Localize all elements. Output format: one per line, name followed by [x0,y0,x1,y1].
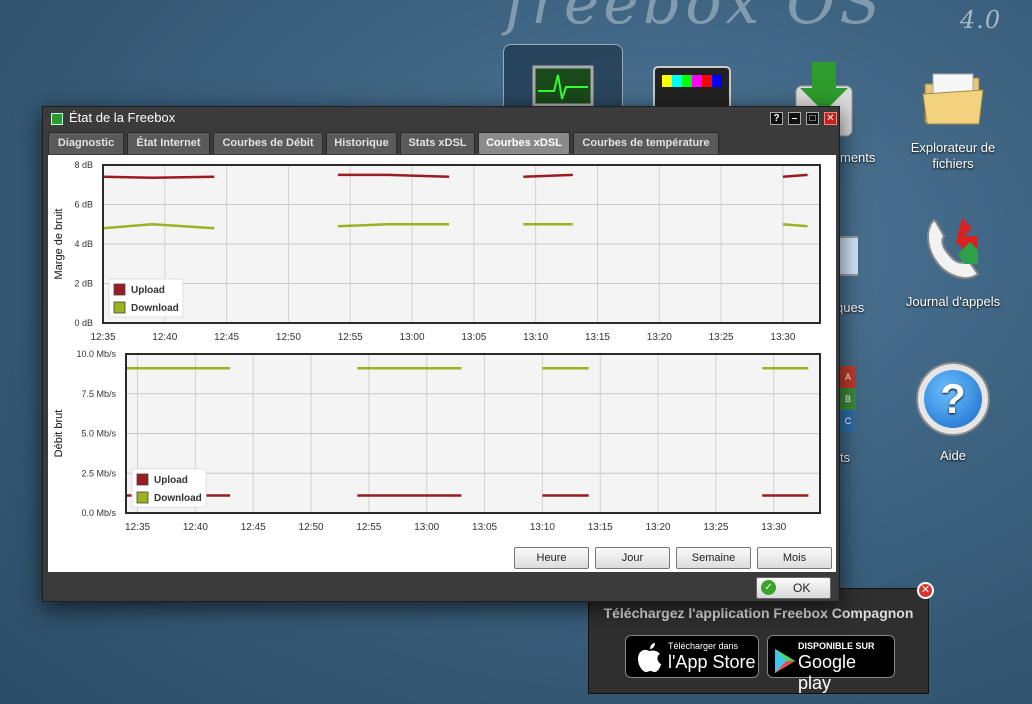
x-tick-label: 13:00 [400,332,425,343]
x-tick-label: 13:30 [770,332,795,343]
x-tick-label: 13:10 [530,522,555,533]
freebox-status-window: État de la Freebox ? – □ ✕ Diagnostic Ét… [42,106,840,602]
companion-title: Téléchargez l'application Freebox Compag… [603,605,914,621]
legend-label-download: Download [131,303,179,314]
x-tick-label: 12:45 [214,332,239,343]
folder-icon [921,66,985,130]
range-month-button[interactable]: Mois [757,547,832,569]
app-store-badge[interactable]: Télécharger dans l'App Store [625,635,759,678]
tab-diagnostic[interactable]: Diagnostic [48,132,124,154]
companion-app-panel: Téléchargez l'application Freebox Compag… [588,588,929,694]
maximize-button[interactable]: □ [806,112,819,125]
downloads-label-partial: ments [840,150,876,165]
x-tick-label: 13:15 [585,332,610,343]
minimize-button[interactable]: – [788,112,801,125]
tab-historique[interactable]: Historique [326,132,397,154]
x-tick-label: 13:05 [461,332,486,343]
x-tick-label: 12:50 [299,522,324,533]
legend-swatch-download [113,301,126,314]
y-tick-label: 6 dB [74,200,93,210]
phone-icon [918,214,988,284]
x-tick-label: 12:55 [356,522,381,533]
window-footer: ✓ OK [43,573,839,603]
xdsl-charts: 0 dB 2 dB 4 dB 6 dB 8 dB 12:35 12:40 12:45 12:50… [53,160,821,533]
legend-swatch-upload [113,283,126,296]
x-tick-label: 12:55 [338,332,363,343]
x-tick-label: 13:15 [588,522,613,533]
legend-label-download: Download [154,493,202,504]
y-tick-label: 0 dB [74,318,93,328]
help-icon: ? [916,362,990,436]
legend-swatch-download [136,491,149,504]
tab-etat-internet[interactable]: État Internet [127,132,210,154]
ok-button[interactable]: ✓ OK [756,577,831,599]
legend-label-upload: Upload [131,285,165,296]
y-axis-title: Marge de bruit [53,209,65,280]
freebox-os-logo: freebox OS [505,0,885,38]
x-tick-label: 13:20 [646,522,671,533]
x-tick-label: 13:00 [414,522,439,533]
tab-courbes-temperature[interactable]: Courbes de température [573,132,719,154]
x-tick-label: 12:45 [241,522,266,533]
close-button[interactable]: ✕ [824,112,837,125]
x-tick-label: 13:30 [761,522,786,533]
range-week-button[interactable]: Semaine [676,547,751,569]
series-upload-line [102,175,215,180]
apple-icon [638,643,661,672]
y-tick-label: 0.0 Mb/s [81,508,116,518]
y-tick-label: 2 dB [74,279,93,289]
x-tick-label: 12:40 [152,332,177,343]
y-tick-label: 10.0 Mb/s [76,349,116,359]
x-tick-label: 12:40 [183,522,208,533]
x-tick-label: 12:50 [276,332,301,343]
tab-content: 0 dB 2 dB 4 dB 6 dB 8 dB 12:35 12:40 12:45 12:50… [48,155,836,572]
x-tick-label: 13:25 [703,522,728,533]
window-title: État de la Freebox [69,110,176,125]
os-version: 4.0 [960,6,1002,34]
window-titlebar[interactable]: État de la Freebox ? – □ ✕ [43,107,839,129]
help-button[interactable]: ? [770,112,783,125]
legend-label-upload: Upload [154,475,188,486]
y-tick-label: 5.0 Mb/s [81,429,116,439]
range-day-button[interactable]: Jour [595,547,670,569]
google-play-icon [775,649,795,673]
x-tick-label: 13:20 [647,332,672,343]
tab-courbes-xdsl[interactable]: Courbes xDSL [478,132,570,154]
chart-1: 0 dB 2 dB 4 dB 6 dB 8 dB 12:35 12:40 12:45 12:50… [53,160,821,343]
x-tick-label: 13:10 [523,332,548,343]
window-app-icon [51,113,63,125]
range-hour-button[interactable]: Heure [514,547,589,569]
chart-2: 0.0 Mb/s 2.5 Mb/s 5.0 Mb/s 7.5 Mb/s 10.0 Mb/… [53,349,821,533]
file-explorer-desktop-icon[interactable]: Explorateur de fichiers [898,66,1008,172]
tab-courbes-debit[interactable]: Courbes de Débit [213,132,323,154]
y-axis-title: Débit brut [53,410,65,458]
partial-abc-icon[interactable]: A B C [840,366,856,432]
x-tick-label: 12:35 [125,522,150,533]
y-tick-label: 2.5 Mb/s [81,468,116,478]
companion-close-icon[interactable]: ✕ [917,582,934,599]
call-log-desktop-icon[interactable]: Journal d'appels [898,214,1008,310]
google-play-badge[interactable]: DISPONIBLE SUR Google play [767,635,895,693]
y-tick-label: 4 dB [74,239,93,249]
x-tick-label: 13:05 [472,522,497,533]
x-tick-label: 13:25 [709,332,734,343]
check-icon: ✓ [761,580,776,595]
y-tick-label: 7.5 Mb/s [81,389,116,399]
partial-label-3: ts [840,450,851,465]
partial-label-2: ques [836,300,865,315]
help-desktop-icon[interactable]: ? Aide [898,362,1008,464]
legend-swatch-upload [136,473,149,486]
tab-stats-xdsl[interactable]: Stats xDSL [400,132,475,154]
y-tick-label: 8 dB [74,160,93,170]
x-tick-label: 12:35 [90,332,115,343]
